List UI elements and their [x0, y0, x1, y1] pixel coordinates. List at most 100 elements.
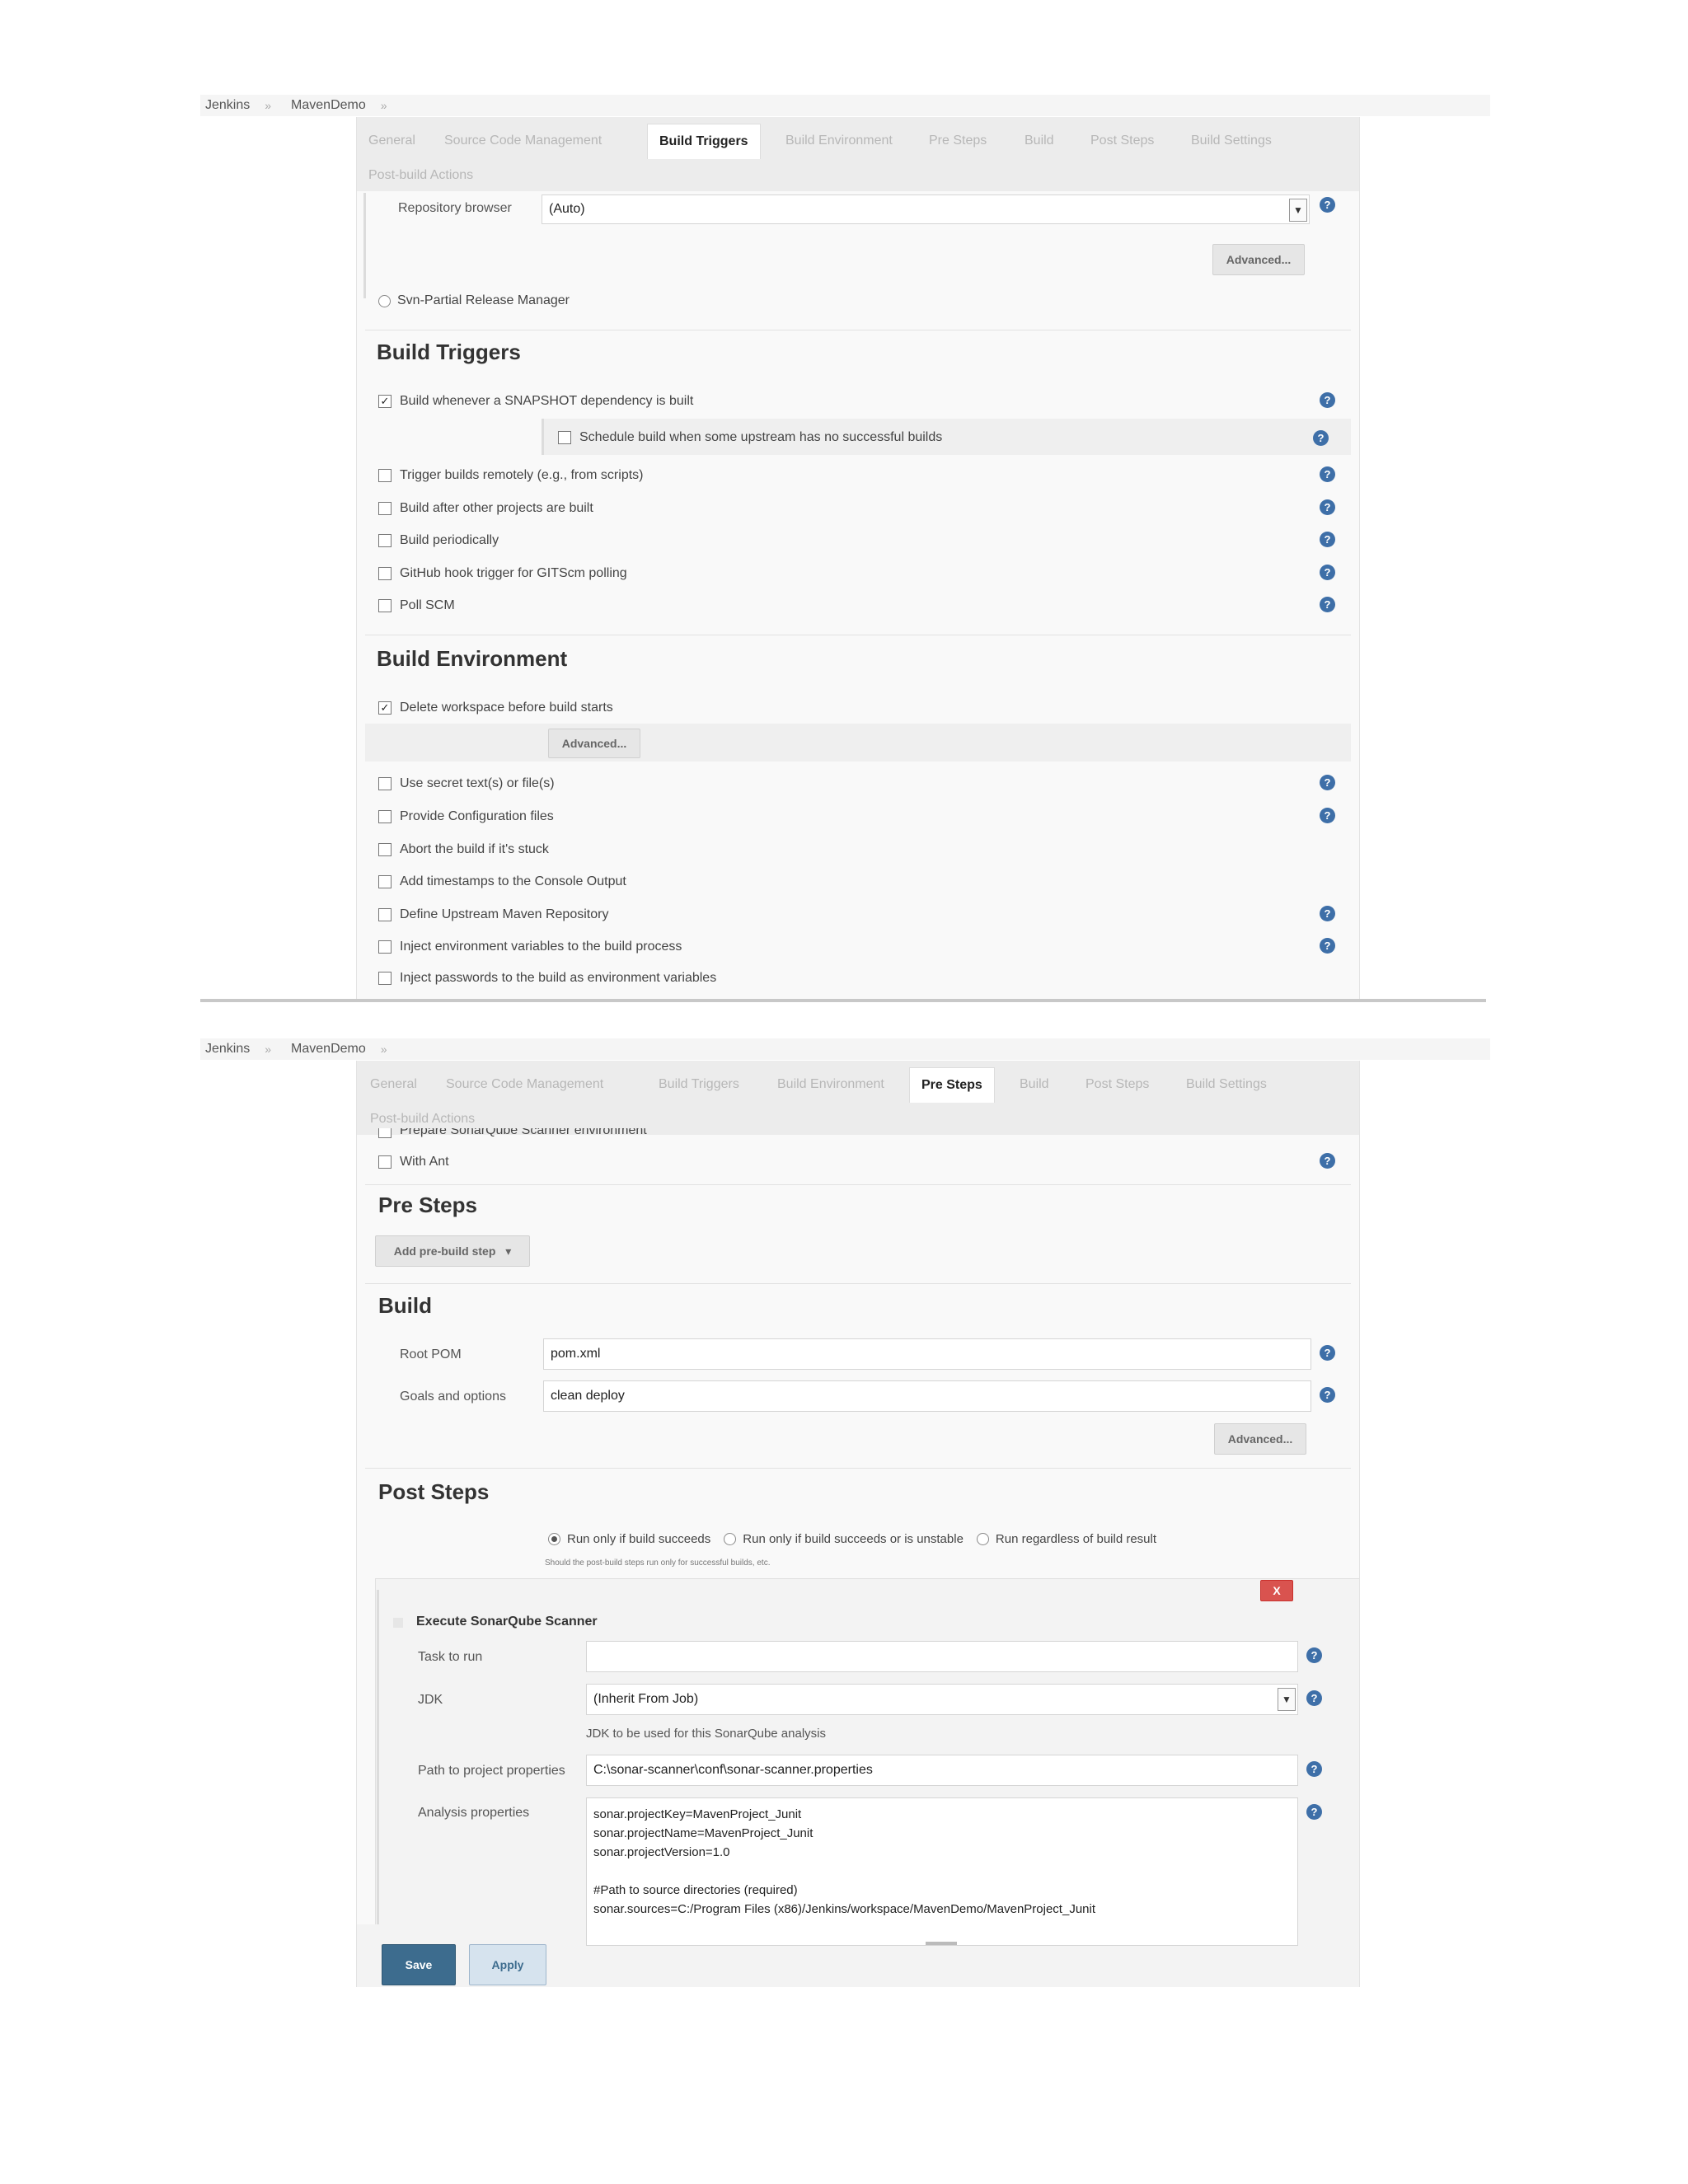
jdk-select[interactable]: (Inherit From Job) ▼ — [586, 1684, 1298, 1715]
env-delete-workspace[interactable]: ✓ Delete workspace before build starts — [378, 701, 613, 715]
checkbox[interactable] — [378, 908, 392, 921]
help-icon[interactable]: ? — [1306, 1804, 1322, 1820]
help-icon[interactable]: ? — [1320, 499, 1335, 515]
svn-partial-radio[interactable] — [378, 294, 391, 307]
radio-run-regardless[interactable] — [976, 1533, 989, 1545]
delete-step-button[interactable]: X — [1260, 1580, 1293, 1601]
tab-build-environment[interactable]: Build Environment — [774, 124, 904, 158]
tab-post-steps[interactable]: Post Steps — [1079, 124, 1165, 158]
help-icon[interactable]: ? — [1320, 532, 1335, 547]
breadcrumb-project[interactable]: MavenDemo — [291, 98, 366, 113]
checkbox[interactable] — [558, 431, 571, 444]
trigger-github-hook[interactable]: GitHub hook trigger for GITScm polling — [378, 566, 627, 581]
help-icon[interactable]: ? — [1320, 392, 1335, 408]
checkbox[interactable] — [378, 469, 392, 482]
help-icon[interactable]: ? — [1306, 1690, 1322, 1706]
env-timestamps[interactable]: Add timestamps to the Console Output — [378, 874, 626, 889]
tab-pre-steps[interactable]: Pre Steps — [909, 1067, 995, 1103]
help-icon[interactable]: ? — [1320, 565, 1335, 580]
trigger-schedule-upstream[interactable]: Schedule build when some upstream has no… — [558, 430, 942, 445]
goals-options-input[interactable]: clean deploy — [543, 1380, 1311, 1412]
checkbox[interactable] — [378, 843, 392, 856]
tab-general[interactable]: General — [357, 124, 427, 158]
add-pre-build-step-button[interactable]: Add pre-build step ▾ — [375, 1235, 530, 1267]
tab-build-triggers[interactable]: Build Triggers — [647, 1067, 751, 1102]
svn-partial-option[interactable]: Svn-Partial Release Manager — [378, 293, 570, 308]
help-icon[interactable]: ? — [1320, 597, 1335, 612]
trigger-poll-scm[interactable]: Poll SCM — [378, 598, 455, 613]
tab-source-code-management[interactable]: Source Code Management — [434, 1067, 615, 1102]
help-icon[interactable]: ? — [1320, 1153, 1335, 1169]
checkbox[interactable] — [378, 567, 392, 580]
env-abort-stuck[interactable]: Abort the build if it's stuck — [378, 842, 549, 857]
help-icon[interactable]: ? — [1320, 906, 1335, 921]
help-icon[interactable]: ? — [1320, 1345, 1335, 1361]
env-upstream-maven[interactable]: Define Upstream Maven Repository — [378, 907, 608, 922]
repository-browser-select[interactable]: (Auto) ▼ — [542, 194, 1310, 224]
checkbox[interactable] — [378, 599, 392, 612]
save-button[interactable]: Save — [382, 1944, 456, 1985]
help-icon[interactable]: ? — [1306, 1761, 1322, 1777]
sonar-drag-handle-icon[interactable] — [393, 1618, 403, 1628]
tab-build-settings[interactable]: Build Settings — [1179, 124, 1283, 158]
checkbox[interactable] — [378, 1128, 392, 1138]
env-config-files[interactable]: Provide Configuration files — [378, 809, 554, 824]
breadcrumb-project[interactable]: MavenDemo — [291, 1042, 366, 1057]
radio-label: Run only if build succeeds or is unstabl… — [743, 1532, 964, 1546]
help-icon[interactable]: ? — [1320, 775, 1335, 790]
root-pom-input[interactable]: pom.xml — [543, 1338, 1311, 1370]
help-icon[interactable]: ? — [1320, 808, 1335, 823]
tab-general[interactable]: General — [359, 1067, 429, 1102]
trigger-remote[interactable]: Trigger builds remotely (e.g., from scri… — [378, 468, 643, 483]
radio-run-if-success[interactable] — [548, 1533, 560, 1545]
help-icon[interactable]: ? — [1313, 430, 1329, 446]
analysis-line: sonar.projectVersion=1.0 — [593, 1845, 730, 1859]
checkbox[interactable] — [378, 1155, 392, 1169]
checkbox[interactable] — [378, 502, 392, 515]
env-inject-passwords[interactable]: Inject passwords to the build as environ… — [378, 971, 716, 986]
help-icon[interactable]: ? — [1306, 1647, 1322, 1663]
checkbox[interactable] — [378, 777, 392, 790]
build-advanced-button[interactable]: Advanced... — [1214, 1423, 1306, 1455]
tab-build[interactable]: Build — [1008, 1067, 1061, 1102]
trigger-periodically[interactable]: Build periodically — [378, 533, 499, 548]
env-inject-variables[interactable]: Inject environment variables to the buil… — [378, 940, 682, 954]
check-icon[interactable]: ✓ — [378, 701, 392, 715]
analysis-properties-textarea[interactable]: sonar.projectKey=MavenProject_Junit sona… — [586, 1797, 1298, 1946]
help-icon[interactable]: ? — [1320, 1387, 1335, 1403]
apply-button[interactable]: Apply — [469, 1944, 546, 1985]
tab-post-steps[interactable]: Post Steps — [1074, 1067, 1160, 1102]
tab-build[interactable]: Build — [1013, 124, 1066, 158]
help-icon[interactable]: ? — [1320, 938, 1335, 954]
tab-build-settings[interactable]: Build Settings — [1175, 1067, 1278, 1102]
tab-build-triggers[interactable]: Build Triggers — [647, 124, 761, 159]
env-prepare-sonarqube[interactable]: Prepare SonarQube Scanner environment — [378, 1128, 647, 1138]
tab-pre-steps[interactable]: Pre Steps — [917, 124, 998, 158]
task-to-run-input[interactable] — [586, 1641, 1298, 1672]
chevron-down-icon[interactable]: ▼ — [1278, 1688, 1296, 1711]
checkbox[interactable] — [378, 810, 392, 823]
env-with-ant[interactable]: With Ant — [378, 1155, 449, 1169]
scm-advanced-button[interactable]: Advanced... — [1212, 244, 1305, 275]
trigger-snapshot-dependency[interactable]: ✓ Build whenever a SNAPSHOT dependency i… — [378, 394, 693, 409]
project-properties-value: C:\sonar-scanner\conf\sonar-scanner.prop… — [593, 1763, 873, 1777]
breadcrumb-jenkins[interactable]: Jenkins — [205, 1042, 250, 1057]
env-secret-text[interactable]: Use secret text(s) or file(s) — [378, 776, 555, 791]
checkbox[interactable] — [378, 940, 392, 954]
checkbox[interactable] — [378, 534, 392, 547]
project-properties-input[interactable]: C:\sonar-scanner\conf\sonar-scanner.prop… — [586, 1755, 1298, 1786]
tab-source-code-management[interactable]: Source Code Management — [433, 124, 613, 158]
check-icon[interactable]: ✓ — [378, 395, 392, 408]
breadcrumb-jenkins[interactable]: Jenkins — [205, 98, 250, 113]
checkbox[interactable] — [378, 972, 392, 985]
chevron-down-icon[interactable]: ▼ — [1289, 199, 1307, 222]
help-icon[interactable]: ? — [1320, 197, 1335, 213]
radio-run-if-unstable[interactable] — [724, 1533, 737, 1545]
help-icon[interactable]: ? — [1320, 466, 1335, 482]
checkbox[interactable] — [378, 875, 392, 888]
trigger-after-other-projects[interactable]: Build after other projects are built — [378, 501, 593, 516]
textarea-resize-grip[interactable] — [926, 1942, 957, 1945]
tab-post-build-actions[interactable]: Post-build Actions — [357, 158, 485, 193]
env-advanced-button[interactable]: Advanced... — [548, 729, 640, 758]
tab-build-environment[interactable]: Build Environment — [766, 1067, 896, 1102]
